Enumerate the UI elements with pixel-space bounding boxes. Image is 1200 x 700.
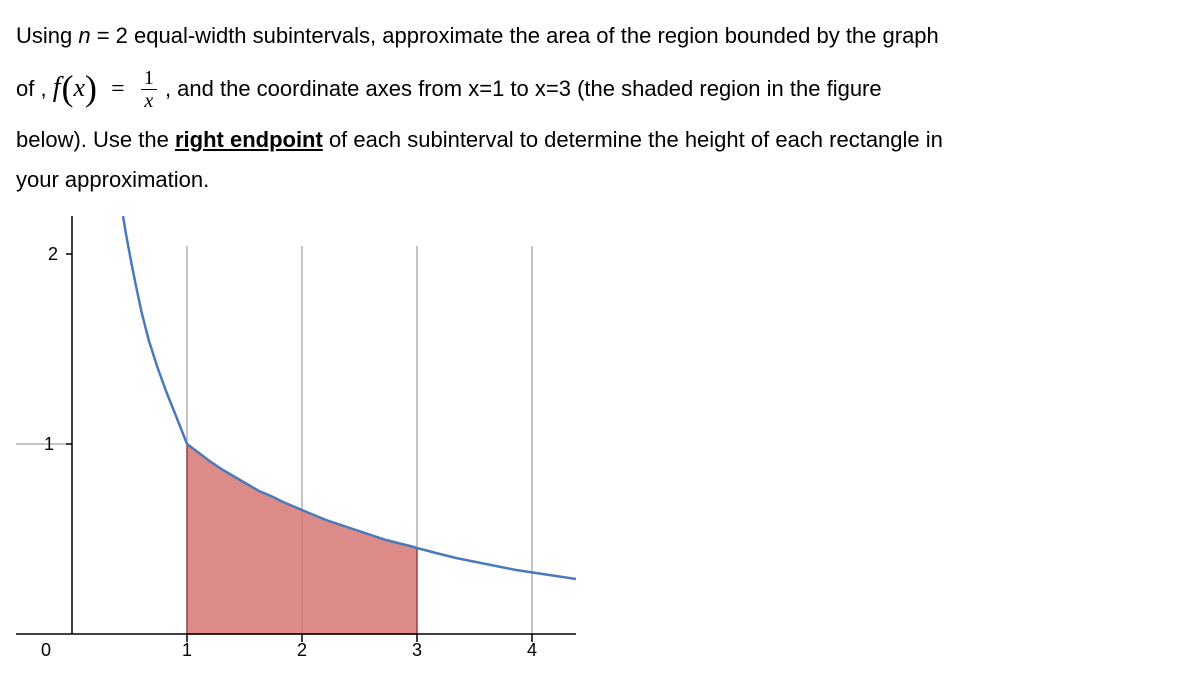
question-line-2: of , f(x) = 1 x , and the coordinate axe…	[16, 56, 1184, 121]
text: Using	[16, 23, 78, 48]
label-x0: 0	[41, 640, 51, 656]
label-x4: 4	[527, 640, 537, 656]
question-line-3: below). Use the right endpoint of each s…	[16, 120, 1184, 160]
chart: 0 1 2 3 4 1 2	[16, 216, 576, 656]
math-x: x	[73, 73, 85, 102]
math-eq: =	[103, 76, 133, 102]
math-numerator: 1	[141, 67, 157, 90]
chart-svg: 0 1 2 3 4 1 2	[16, 216, 576, 656]
label-x3: 3	[412, 640, 422, 656]
math-lparen: (	[61, 68, 73, 108]
var-n: n	[78, 23, 90, 48]
question-text: Using n = 2 equal-width subintervals, ap…	[16, 16, 1184, 200]
math-fraction: 1 x	[139, 67, 159, 112]
text: = 2 equal-width subintervals, approximat…	[91, 23, 939, 48]
math-denominator: x	[141, 90, 157, 112]
emphasis-right-endpoint: right endpoint	[175, 127, 323, 152]
text: of ,	[16, 76, 53, 101]
label-y2: 2	[48, 244, 58, 264]
text: of each subinterval to determine the hei…	[323, 127, 943, 152]
text: below). Use the	[16, 127, 175, 152]
label-x2: 2	[297, 640, 307, 656]
label-x1: 1	[182, 640, 192, 656]
label-y1: 1	[44, 434, 54, 454]
math-rparen: )	[85, 68, 97, 108]
question-line-1: Using n = 2 equal-width subintervals, ap…	[16, 16, 1184, 56]
question-line-4: your approximation.	[16, 160, 1184, 200]
text: , and the coordinate axes from x=1 to x=…	[165, 76, 882, 101]
